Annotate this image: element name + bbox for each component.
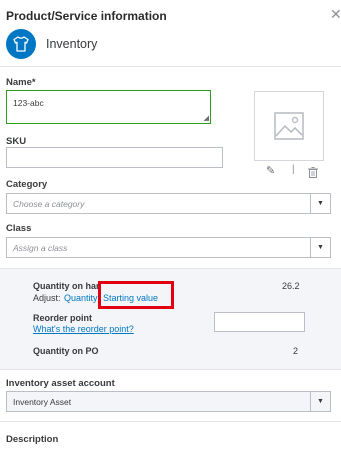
quantity-on-hand-value: 26.2 — [282, 281, 300, 291]
quantity-on-po-label: Quantity on PO — [33, 346, 99, 356]
quantity-on-po-value: 2 — [293, 346, 299, 356]
divider — [0, 421, 341, 422]
class-select[interactable]: Assign a class ▼ — [6, 237, 331, 258]
category-select[interactable]: Choose a category ▼ — [6, 193, 331, 214]
divider — [0, 66, 341, 67]
resize-grip-icon[interactable]: ◢ — [204, 115, 209, 122]
image-icon — [274, 112, 304, 140]
adjust-quantity-link[interactable]: Quantity — [64, 293, 98, 303]
class-placeholder: Assign a class — [13, 242, 68, 253]
divider-bar: | — [292, 164, 295, 175]
adjust-label: Adjust: — [33, 293, 61, 303]
quantity-on-hand-label: Quantity on han — [33, 281, 102, 291]
reorder-point-input[interactable] — [214, 312, 305, 332]
name-value: 123-abc — [13, 98, 44, 108]
reorder-help-link[interactable]: What's the reorder point? — [33, 324, 134, 334]
panel-title: Product/Service information — [6, 9, 167, 23]
edit-image-icon[interactable]: ✎ — [266, 164, 275, 177]
sku-label: SKU — [6, 136, 27, 147]
category-label: Category — [6, 179, 48, 190]
name-field[interactable]: 123-abc ◢ — [6, 90, 211, 124]
sku-field[interactable] — [6, 147, 223, 168]
chevron-down-icon[interactable]: ▼ — [310, 238, 330, 257]
inventory-type-icon[interactable] — [6, 29, 36, 59]
chevron-down-icon[interactable]: ▼ — [310, 392, 330, 411]
item-type-label[interactable]: Inventory — [46, 37, 97, 51]
delete-image-icon[interactable] — [308, 165, 318, 183]
item-image-placeholder[interactable] — [254, 91, 324, 161]
reorder-point-label: Reorder point — [33, 313, 93, 323]
chevron-down-icon[interactable]: ▼ — [310, 194, 330, 213]
name-label: Name* — [6, 77, 36, 88]
class-label: Class — [6, 223, 32, 234]
highlight-box — [98, 281, 174, 309]
shirt-icon — [13, 36, 29, 52]
asset-account-value: Inventory Asset — [13, 396, 72, 407]
close-icon[interactable]: ✕ — [330, 6, 341, 23]
asset-account-label: Inventory asset account — [6, 378, 115, 389]
category-placeholder: Choose a category — [13, 198, 85, 209]
asset-account-select[interactable]: Inventory Asset ▼ — [6, 391, 331, 412]
description-label: Description — [6, 434, 59, 445]
